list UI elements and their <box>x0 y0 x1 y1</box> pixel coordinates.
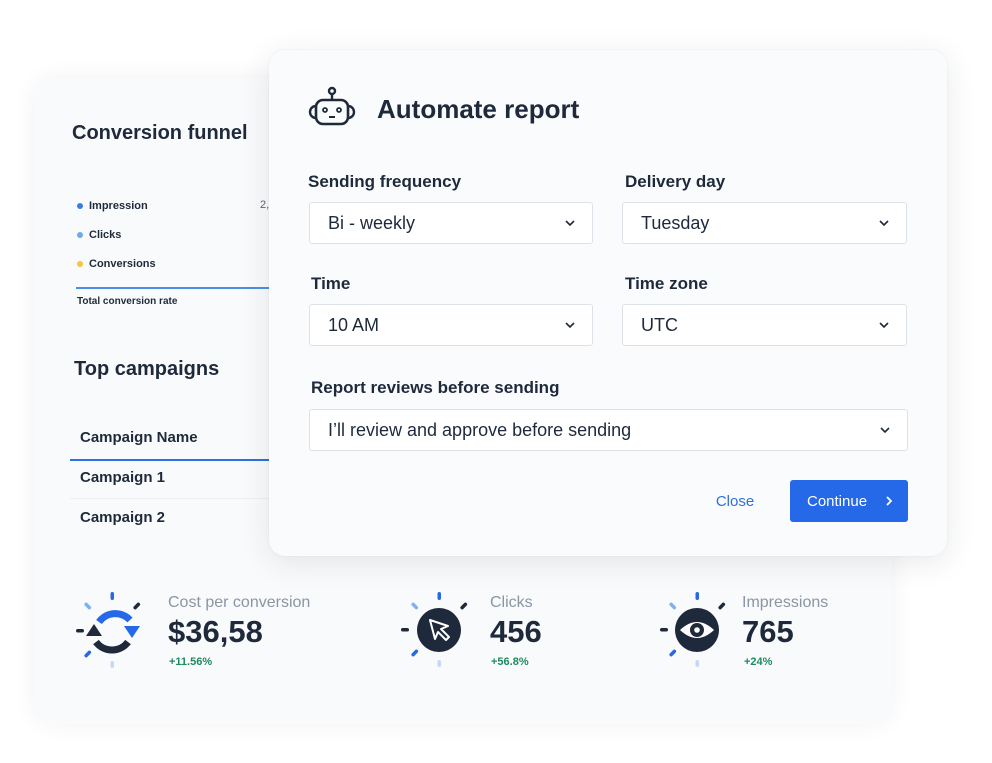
clicks-dot-icon <box>77 232 83 238</box>
stat-change: +11.56% <box>169 656 213 668</box>
funnel-divider <box>76 287 270 289</box>
chevron-down-icon <box>880 427 890 434</box>
time-zone-label: Time zone <box>625 274 708 293</box>
stat-value: 456 <box>490 614 542 649</box>
stat-label: Clicks <box>490 594 533 611</box>
campaign-name: Campaign 2 <box>80 509 166 526</box>
chevron-right-icon <box>886 496 893 506</box>
funnel-item-label: Clicks <box>89 229 122 241</box>
selected-value: Tuesday <box>641 212 710 233</box>
selected-value: I’ll review and approve before sending <box>328 419 632 440</box>
funnel-item-clicks: Clicks <box>77 229 121 241</box>
delivery-day-label: Delivery day <box>625 172 726 191</box>
chevron-down-icon <box>565 220 575 227</box>
stat-value: 765 <box>742 614 794 649</box>
robot-icon <box>308 86 356 126</box>
funnel-item-conversions: Conversions <box>77 258 156 270</box>
top-campaigns-title: Top campaigns <box>74 358 220 380</box>
time-select[interactable]: 10 AM <box>309 304 593 346</box>
stat-change: +56.8% <box>491 656 529 668</box>
chevron-down-icon <box>565 322 575 329</box>
sending-frequency-label: Sending frequency <box>308 172 462 191</box>
stat-label: Impressions <box>742 594 829 611</box>
table-row[interactable]: Campaign 1 <box>70 459 270 499</box>
time-label: Time <box>311 274 351 293</box>
sending-frequency-select[interactable]: Bi - weekly <box>309 202 593 244</box>
report-reviews-select[interactable]: I’ll review and approve before sending <box>309 409 908 451</box>
funnel-item-impression: Impression <box>77 200 148 212</box>
selected-value: 10 AM <box>328 314 380 335</box>
stat-value: $36,58 <box>168 614 263 649</box>
continue-label: Continue <box>807 492 868 510</box>
cursor-click-icon <box>401 592 468 667</box>
selected-value: Bi - weekly <box>328 212 416 233</box>
eye-icon <box>660 592 726 667</box>
report-reviews-label: Report reviews before sending <box>311 378 560 397</box>
conversion-funnel-title: Conversion funnel <box>72 122 248 144</box>
funnel-item-label: Conversions <box>89 258 156 270</box>
total-conversion-rate-label: Total conversion rate <box>77 296 178 307</box>
chevron-down-icon <box>879 322 889 329</box>
campaign-name: Campaign 1 <box>80 469 166 486</box>
impression-dot-icon <box>77 203 83 209</box>
conversions-dot-icon <box>77 261 83 267</box>
funnel-impression-value: 2, <box>260 199 270 211</box>
stat-label: Cost per conversion <box>168 594 311 611</box>
campaign-name-column-header[interactable]: Campaign Name <box>80 429 198 446</box>
stat-change: +24% <box>744 656 773 668</box>
time-zone-select[interactable]: UTC <box>622 304 907 346</box>
modal-title: Automate report <box>377 94 580 124</box>
refresh-icon <box>76 592 141 668</box>
close-button[interactable]: Close <box>700 482 770 520</box>
delivery-day-select[interactable]: Tuesday <box>622 202 907 244</box>
chevron-down-icon <box>879 220 889 227</box>
funnel-item-label: Impression <box>89 200 148 212</box>
selected-value: UTC <box>641 314 678 335</box>
continue-button[interactable]: Continue <box>790 480 908 522</box>
table-row[interactable]: Campaign 2 <box>70 499 270 539</box>
